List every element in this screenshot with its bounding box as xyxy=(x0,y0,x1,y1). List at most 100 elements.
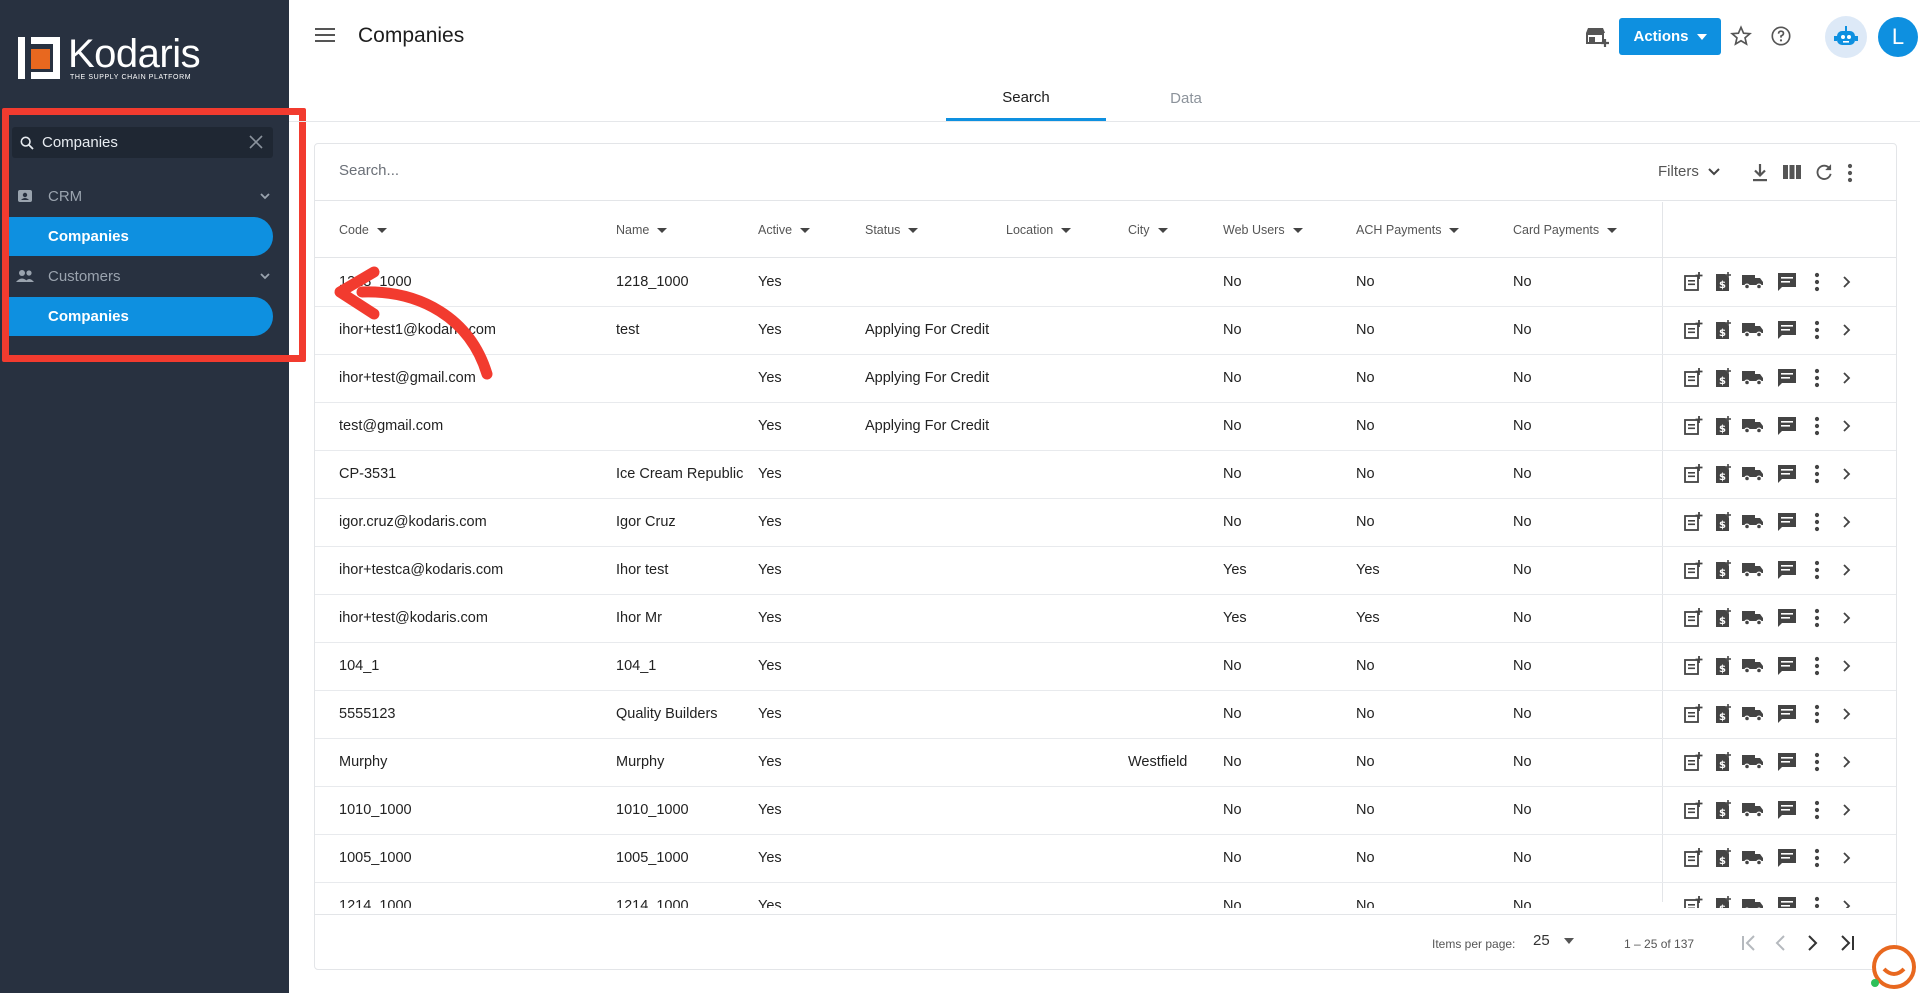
chevron-right-icon[interactable] xyxy=(1842,368,1852,393)
add-store-icon[interactable] xyxy=(1586,26,1610,53)
sort-caret-icon[interactable] xyxy=(800,227,811,233)
sort-caret-icon[interactable] xyxy=(1061,227,1072,233)
message-icon[interactable] xyxy=(1777,560,1797,585)
sort-caret-icon[interactable] xyxy=(1449,227,1460,233)
more-vertical-icon[interactable] xyxy=(1814,704,1820,729)
delivery-truck-icon[interactable] xyxy=(1742,416,1764,439)
kodaris-logo[interactable]: Kodaris THE SUPPLY CHAIN PLATFORM xyxy=(18,34,201,81)
more-vertical-icon[interactable] xyxy=(1814,608,1820,633)
user-avatar[interactable]: L xyxy=(1878,17,1918,57)
invoice-icon[interactable]: $ xyxy=(1713,464,1733,489)
column-header-active[interactable]: Active xyxy=(758,223,811,237)
invoice-icon[interactable]: $ xyxy=(1713,608,1733,633)
add-note-icon[interactable] xyxy=(1683,512,1703,537)
column-header-name[interactable]: Name xyxy=(616,223,668,237)
sidebar-group-customers[interactable]: Customers xyxy=(0,258,289,294)
message-icon[interactable] xyxy=(1777,416,1797,441)
invoice-icon[interactable]: $ xyxy=(1713,368,1733,393)
chevron-right-icon[interactable] xyxy=(1842,512,1852,537)
delivery-truck-icon[interactable] xyxy=(1742,656,1764,679)
actions-button[interactable]: Actions xyxy=(1619,18,1721,55)
delivery-truck-icon[interactable] xyxy=(1742,752,1764,775)
add-note-icon[interactable] xyxy=(1683,464,1703,489)
chevron-right-icon[interactable] xyxy=(1842,704,1852,729)
table-row[interactable]: 1005_1000 1005_1000 Yes No No No $ xyxy=(315,835,1896,883)
filters-button[interactable]: Filters xyxy=(1658,163,1721,180)
add-note-icon[interactable] xyxy=(1683,800,1703,825)
items-per-page-select[interactable]: 25 xyxy=(1533,932,1574,949)
delivery-truck-icon[interactable] xyxy=(1742,848,1764,871)
sidebar-item-crm-companies[interactable]: Companies xyxy=(8,217,273,256)
more-vertical-icon[interactable] xyxy=(1814,848,1820,873)
chevron-right-icon[interactable] xyxy=(1842,752,1852,777)
next-page-icon[interactable] xyxy=(1807,934,1819,957)
table-row[interactable]: ihor+test@kodaris.com Ihor Mr Yes Yes Yes No $ xyxy=(315,595,1896,643)
chevron-right-icon[interactable] xyxy=(1842,464,1852,489)
sidebar-search-input[interactable] xyxy=(42,134,232,151)
column-header-city[interactable]: City xyxy=(1128,223,1168,237)
more-vertical-icon[interactable] xyxy=(1847,163,1853,188)
add-note-icon[interactable] xyxy=(1683,368,1703,393)
chevron-right-icon[interactable] xyxy=(1842,848,1852,873)
sort-caret-icon[interactable] xyxy=(1292,227,1303,233)
message-icon[interactable] xyxy=(1777,848,1797,873)
message-icon[interactable] xyxy=(1777,320,1797,345)
add-note-icon[interactable] xyxy=(1683,656,1703,681)
column-header-card-payments[interactable]: Card Payments xyxy=(1513,223,1618,237)
more-vertical-icon[interactable] xyxy=(1814,896,1820,908)
invoice-icon[interactable]: $ xyxy=(1713,560,1733,585)
download-icon[interactable] xyxy=(1751,163,1769,188)
add-note-icon[interactable] xyxy=(1683,848,1703,873)
message-icon[interactable] xyxy=(1777,608,1797,633)
last-page-icon[interactable] xyxy=(1839,934,1855,957)
delivery-truck-icon[interactable] xyxy=(1742,560,1764,583)
delivery-truck-icon[interactable] xyxy=(1742,608,1764,631)
more-vertical-icon[interactable] xyxy=(1814,560,1820,585)
chevron-right-icon[interactable] xyxy=(1842,656,1852,681)
delivery-truck-icon[interactable] xyxy=(1742,896,1764,908)
refresh-icon[interactable] xyxy=(1814,163,1834,188)
sort-caret-icon[interactable] xyxy=(1157,227,1168,233)
table-row[interactable]: 1010_1000 1010_1000 Yes No No No $ xyxy=(315,787,1896,835)
message-icon[interactable] xyxy=(1777,656,1797,681)
message-icon[interactable] xyxy=(1777,752,1797,777)
add-note-icon[interactable] xyxy=(1683,320,1703,345)
table-row[interactable]: Murphy Murphy Yes Westfield No No No $ xyxy=(315,739,1896,787)
invoice-icon[interactable]: $ xyxy=(1713,848,1733,873)
table-row[interactable]: 104_1 104_1 Yes No No No $ xyxy=(315,643,1896,691)
table-row[interactable]: ihor+testca@kodaris.com Ihor test Yes Yes Ye… xyxy=(315,547,1896,595)
invoice-icon[interactable]: $ xyxy=(1713,896,1733,908)
add-note-icon[interactable] xyxy=(1683,704,1703,729)
delivery-truck-icon[interactable] xyxy=(1742,320,1764,343)
chevron-right-icon[interactable] xyxy=(1842,416,1852,441)
previous-page-icon[interactable] xyxy=(1774,934,1786,957)
column-header-status[interactable]: Status xyxy=(865,223,919,237)
more-vertical-icon[interactable] xyxy=(1814,656,1820,681)
hamburger-menu-icon[interactable] xyxy=(315,27,335,48)
add-note-icon[interactable] xyxy=(1683,608,1703,633)
message-icon[interactable] xyxy=(1777,704,1797,729)
add-note-icon[interactable] xyxy=(1683,560,1703,585)
first-page-icon[interactable] xyxy=(1741,934,1757,957)
invoice-icon[interactable]: $ xyxy=(1713,320,1733,345)
table-row[interactable]: CP-3531 Ice Cream Republic Yes No No No $ xyxy=(315,451,1896,499)
more-vertical-icon[interactable] xyxy=(1814,512,1820,537)
sort-caret-icon[interactable] xyxy=(376,227,387,233)
invoice-icon[interactable]: $ xyxy=(1713,656,1733,681)
table-row[interactable]: test@gmail.com Yes Applying For Credit No No… xyxy=(315,403,1896,451)
more-vertical-icon[interactable] xyxy=(1814,752,1820,777)
clear-search-icon[interactable] xyxy=(249,135,263,154)
chevron-right-icon[interactable] xyxy=(1842,560,1852,585)
message-icon[interactable] xyxy=(1777,512,1797,537)
more-vertical-icon[interactable] xyxy=(1814,272,1820,297)
invoice-icon[interactable]: $ xyxy=(1713,416,1733,441)
tab-data[interactable]: Data xyxy=(1106,76,1266,121)
more-vertical-icon[interactable] xyxy=(1814,464,1820,489)
delivery-truck-icon[interactable] xyxy=(1742,272,1764,295)
sort-caret-icon[interactable] xyxy=(1607,227,1618,233)
add-note-icon[interactable] xyxy=(1683,416,1703,441)
sidebar-group-crm[interactable]: CRM xyxy=(0,178,289,214)
star-icon[interactable] xyxy=(1730,25,1752,52)
column-header-web-users[interactable]: Web Users xyxy=(1223,223,1303,237)
message-icon[interactable] xyxy=(1777,800,1797,825)
